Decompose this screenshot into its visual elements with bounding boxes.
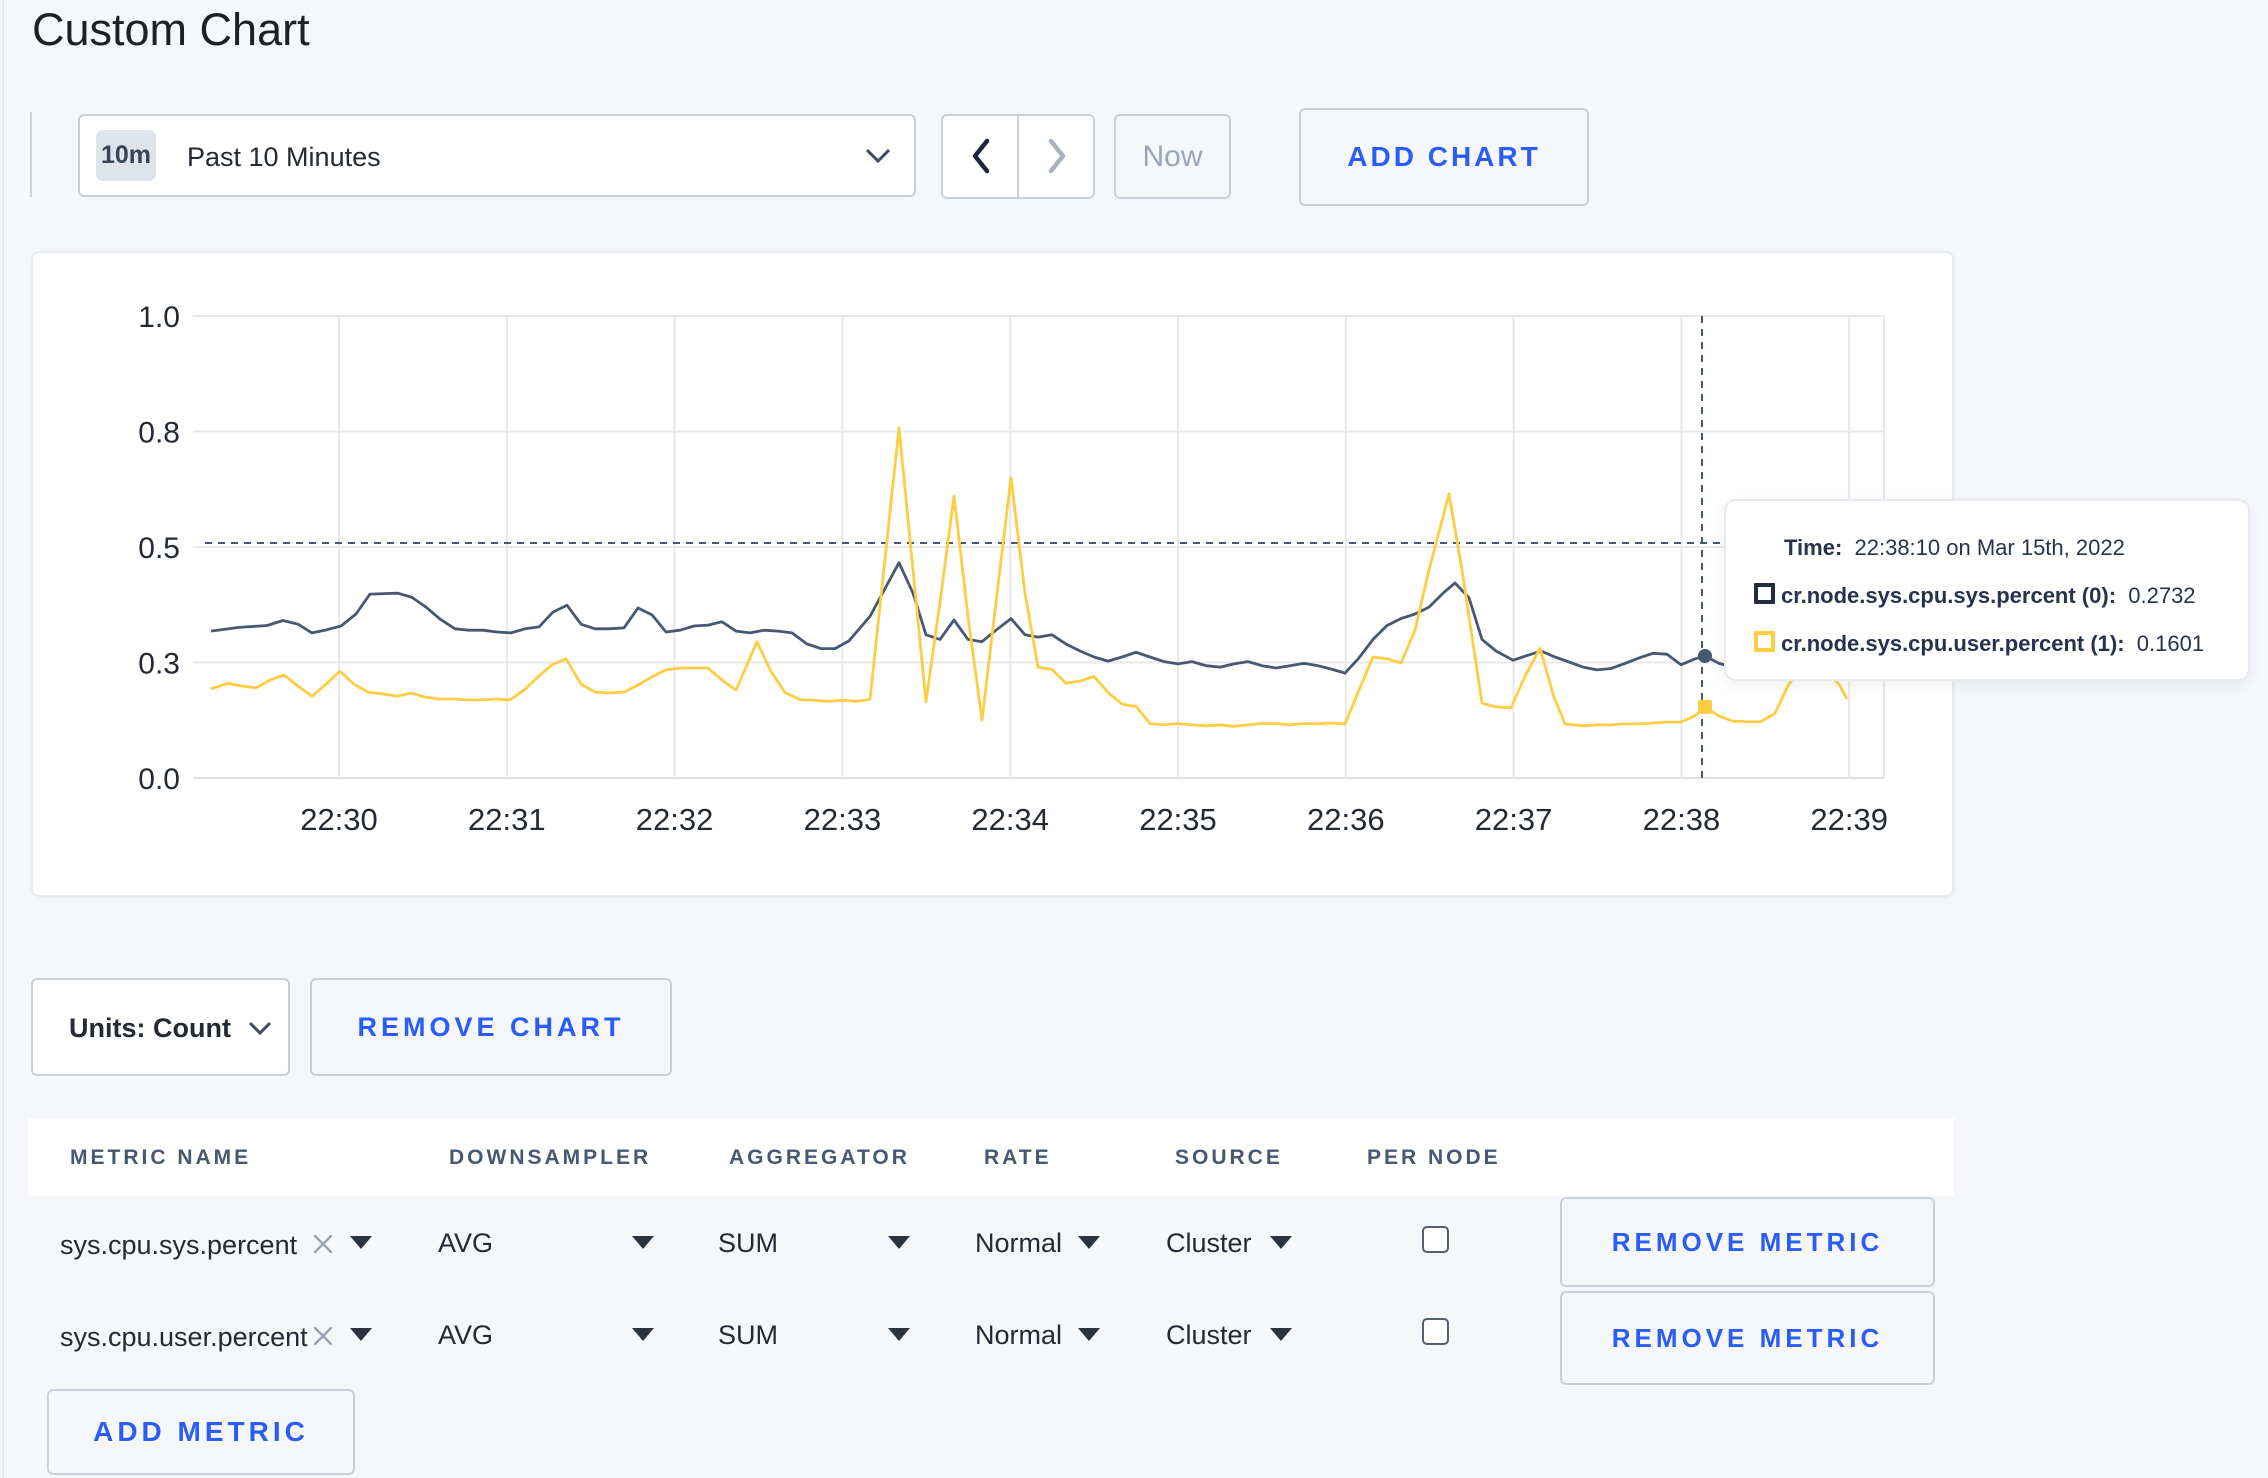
svg-text:0.8: 0.8 <box>138 417 180 450</box>
svg-text:22:34: 22:34 <box>971 802 1049 837</box>
svg-text:22:39: 22:39 <box>1810 802 1888 837</box>
svg-text:22:33: 22:33 <box>804 802 882 837</box>
svg-text:1.0: 1.0 <box>138 301 180 334</box>
svg-text:22:32: 22:32 <box>636 802 714 837</box>
svg-text:22:37: 22:37 <box>1475 802 1553 837</box>
svg-text:0.3: 0.3 <box>138 648 180 681</box>
svg-text:22:30: 22:30 <box>300 802 378 837</box>
svg-text:0.0: 0.0 <box>138 763 180 796</box>
svg-text:22:38: 22:38 <box>1643 802 1721 837</box>
svg-text:0.5: 0.5 <box>138 532 180 565</box>
svg-text:22:35: 22:35 <box>1139 802 1217 837</box>
svg-text:22:36: 22:36 <box>1307 802 1385 837</box>
svg-text:22:31: 22:31 <box>468 802 546 837</box>
